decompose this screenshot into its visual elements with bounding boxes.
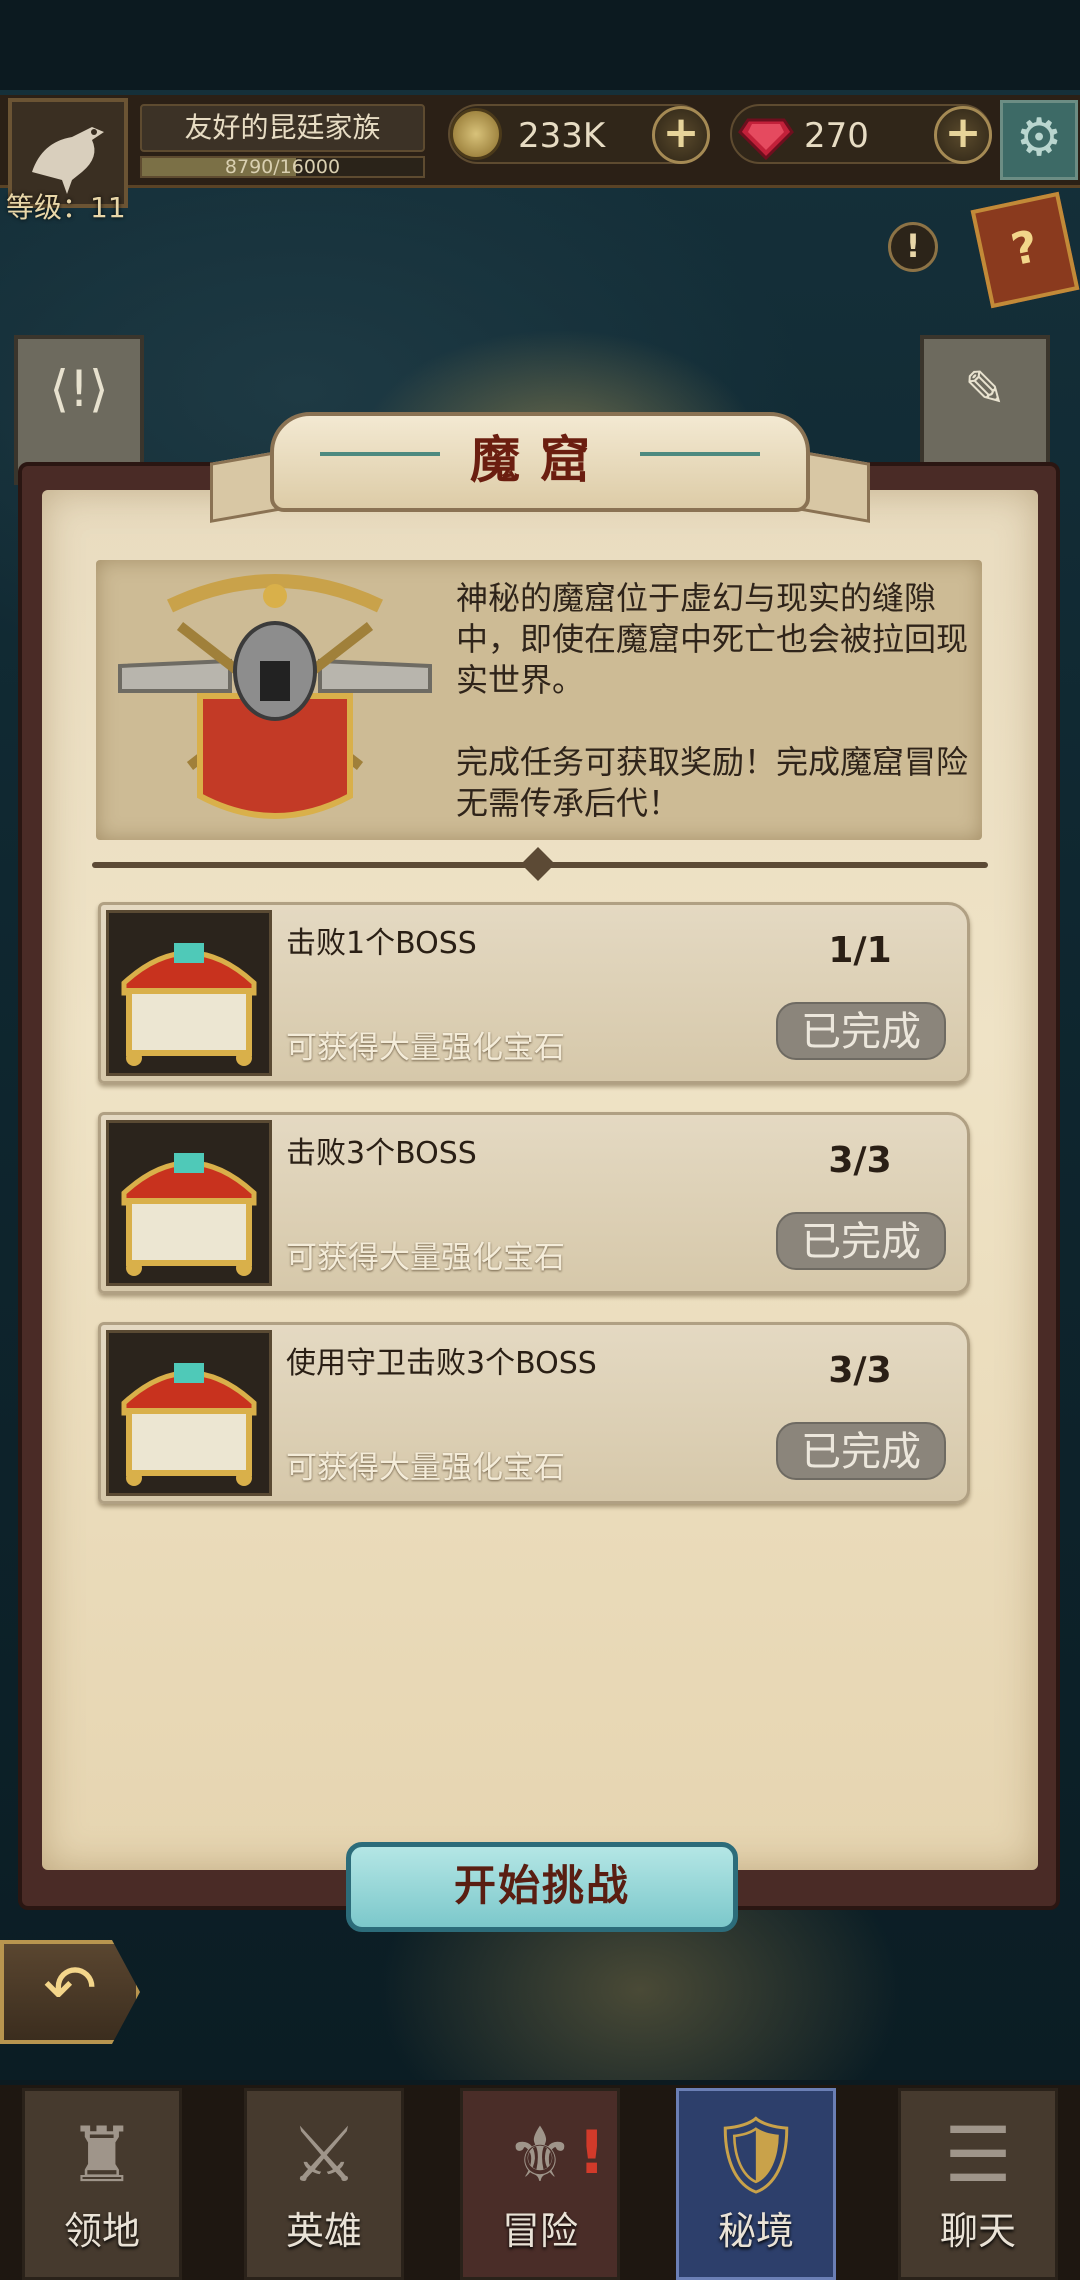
tab-label: 聊天 (939, 2209, 1016, 2253)
xp-bar: 8790/16000 (140, 156, 425, 178)
alert-icon[interactable]: ! (888, 222, 938, 272)
task-progress: 3/3 (828, 1350, 892, 1391)
gem-amount: 270 (804, 116, 869, 156)
adventure-notification-badge: ! (578, 2118, 606, 2188)
treasure-chest-icon (106, 1120, 272, 1286)
tab-label: 领地 (63, 2209, 140, 2253)
clan-name: 友好的昆廷家族 (140, 104, 425, 152)
task-title: 击败3个BOSS (286, 1136, 477, 1171)
tab-label: 冒险 (501, 2209, 578, 2253)
helmet-swords-icon: ⚔ (289, 2110, 359, 2199)
settings-gear-icon[interactable]: ⚙ (1000, 100, 1078, 180)
description-text-2: 完成任务可获取奖励！完成魔窟冒险无需传承后代！ (456, 743, 969, 822)
treasure-chest-icon (106, 1330, 272, 1496)
ruby-gem-icon (738, 118, 794, 160)
player-level: 等级：11 (6, 191, 126, 224)
task-reward: 可获得大量强化宝石 (286, 1030, 565, 1066)
task-progress: 1/1 (828, 930, 892, 971)
add-gems-button[interactable]: + (934, 106, 992, 164)
task-reward: 可获得大量强化宝石 (286, 1450, 565, 1486)
treasure-chest-icon (106, 910, 272, 1076)
task-reward: 可获得大量强化宝石 (286, 1240, 565, 1276)
dialog-title: 魔窟 (470, 431, 610, 489)
task-completed-badge: 已完成 (776, 1422, 946, 1480)
add-gold-button[interactable]: + (652, 106, 710, 164)
xp-text: 8790/16000 (224, 156, 341, 178)
back-arrow-icon[interactable]: ↶ (0, 1940, 140, 2044)
secret-realm-icon: 🛡 (707, 2110, 805, 2199)
task-completed-badge: 已完成 (776, 1002, 946, 1060)
tab-label: 英雄 (285, 2209, 362, 2253)
chat-icon: ☰ (943, 2110, 1013, 2199)
task-completed-badge: 已完成 (776, 1212, 946, 1270)
spartan-helmet-emblem-icon (118, 574, 432, 819)
task-title: 击败1个BOSS (286, 926, 477, 961)
task-progress: 3/3 (828, 1140, 892, 1181)
castle-icon: ♜ (67, 2110, 137, 2199)
coin-icon (450, 108, 502, 160)
description-text-1: 神秘的魔窟位于虚幻与现实的缝隙中，即使在魔窟中死亡也会被拉回现实世界。 (456, 579, 969, 699)
task-title: 使用守卫击败3个BOSS (286, 1346, 597, 1381)
gold-amount: 233K (518, 116, 606, 156)
tab-label: 秘境 (717, 2209, 794, 2253)
start-challenge-button[interactable]: 开始挑战 (346, 1842, 738, 1932)
